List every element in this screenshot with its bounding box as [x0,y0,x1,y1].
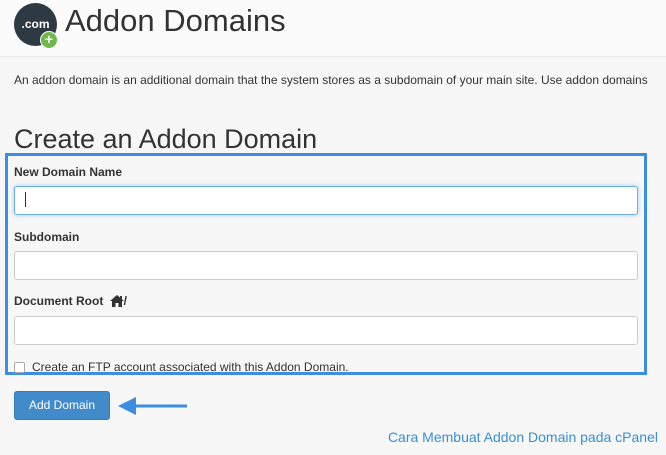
logo-badge-text: + [44,31,54,47]
document-root-input[interactable] [14,316,638,345]
new-domain-name-label: New Domain Name [14,165,123,179]
home-icon [109,295,124,307]
page-title: Addon Domains [65,3,286,38]
document-root-label-text: Document Root [14,294,104,308]
new-domain-name-input[interactable] [14,186,638,215]
addon-domains-page: .com + Addon Domains An addon domain is … [0,0,666,455]
arrow-left-icon [118,397,187,415]
subdomain-input[interactable] [14,251,638,280]
page-header: .com + Addon Domains [0,0,666,57]
plus-badge-icon: + [40,31,58,49]
ftp-checkbox-row[interactable]: Create an FTP account associated with th… [14,359,349,375]
text-caret [25,192,26,207]
tutorial-caption: Cara Membuat Addon Domain pada cPanel [387,429,658,445]
logo-text: .com [21,17,50,31]
ftp-checkbox-label: Create an FTP account associated with th… [32,360,349,374]
page-description: An addon domain is an additional domain … [14,73,648,87]
document-root-path-suffix: / [123,294,128,308]
section-title: Create an Addon Domain [14,124,318,154]
ftp-account-checkbox[interactable] [14,361,25,373]
document-root-label: Document Root / [14,294,127,308]
subdomain-label: Subdomain [14,230,80,244]
add-domain-button[interactable]: Add Domain [14,391,110,420]
